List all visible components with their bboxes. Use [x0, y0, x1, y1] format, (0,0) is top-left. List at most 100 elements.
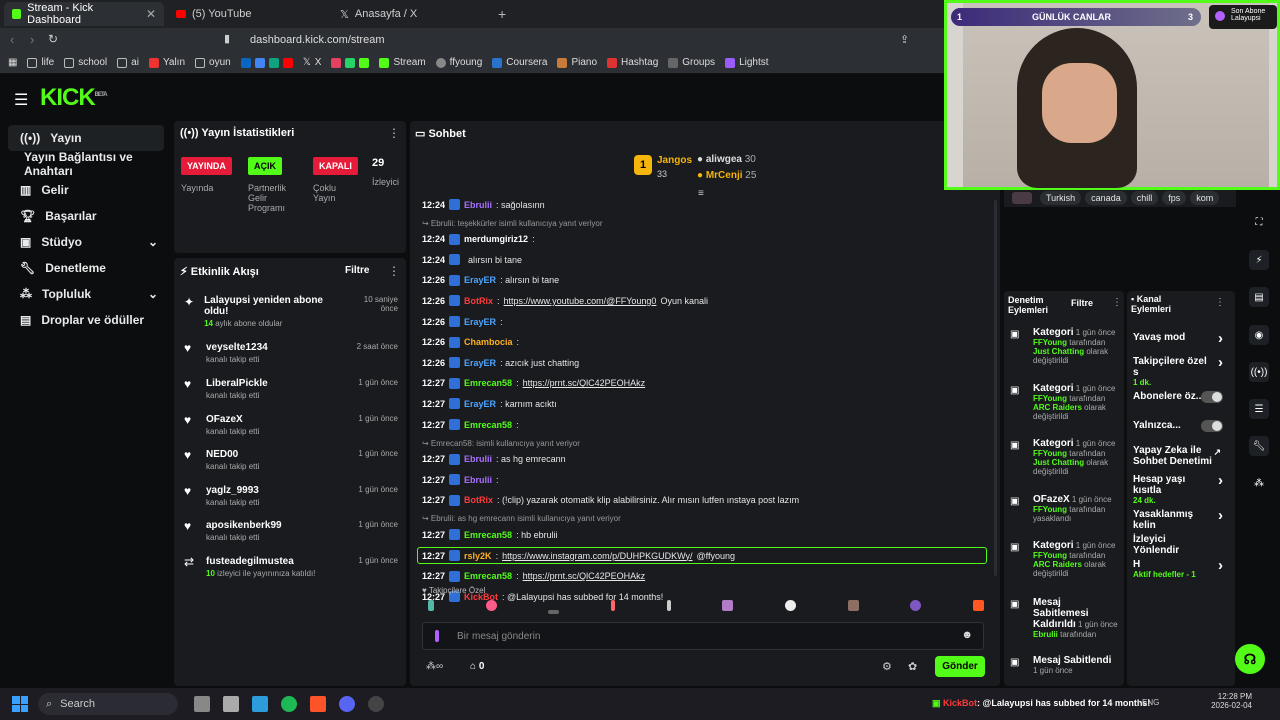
- message-username[interactable]: ErayER: [464, 399, 496, 409]
- chat-message[interactable]: 12:27 Emrecan58: hb ebrulii: [422, 529, 558, 541]
- mod-action-item[interactable]: ▣ Kategori 1 gün önce FFYoung tarafından AR…: [1010, 540, 1118, 578]
- emote-icon[interactable]: [610, 600, 615, 611]
- mod-action-item[interactable]: ▣ Mesaj Sabitlendi 1 gün önce: [1010, 655, 1118, 675]
- sidebar-item-gelir[interactable]: ▥ Gelir: [8, 177, 164, 203]
- sidebar-item-stream-key[interactable]: Yayın Bağlantısı ve Anahtarı: [8, 150, 164, 178]
- message-username[interactable]: Emrecan58: [464, 378, 512, 388]
- more-icon[interactable]: ⋮: [1215, 297, 1225, 308]
- share-icon[interactable]: ⇪: [900, 33, 909, 46]
- chat-message[interactable]: 12:27 Emrecan58: https://prnt.sc/QlC42PEO…: [422, 570, 646, 582]
- chat-message[interactable]: 12:26 Chambocia:: [422, 336, 519, 348]
- bookmark-folder[interactable]: school: [64, 57, 107, 68]
- channel-action-item[interactable]: Yavaş mod ›: [1133, 330, 1229, 347]
- sidebar-item-droplar[interactable]: ▤ Droplar ve ödüller: [8, 307, 164, 333]
- filter-button[interactable]: Filtre: [1071, 298, 1093, 308]
- more-icon[interactable]: ⋮: [388, 264, 400, 278]
- bookmark-link[interactable]: Coursera: [492, 57, 547, 68]
- bookmark-link[interactable]: 𝕏X: [303, 57, 322, 68]
- puzzle-icon[interactable]: ✿: [908, 660, 917, 673]
- channel-action-item[interactable]: Hesap yaşı kısıtla 24 dk. ›: [1133, 472, 1229, 505]
- message-username[interactable]: Emrecan58: [464, 571, 512, 581]
- chat-message[interactable]: 12:27 rsly2K: https://www.instagram.com/p…: [417, 547, 987, 564]
- tag-chip[interactable]: fps: [1162, 191, 1187, 205]
- taskbar-search[interactable]: ⌕ Search: [38, 693, 178, 715]
- tab-x[interactable]: 𝕏 Anasayfa / X: [332, 2, 492, 26]
- bookmark-folder[interactable]: ai: [117, 57, 139, 68]
- sidebar-item-studyo[interactable]: ▣ Stüdyo ⌄: [8, 229, 164, 255]
- windows-start-icon[interactable]: [12, 696, 28, 712]
- emote-icon[interactable]: [428, 600, 434, 611]
- bookmark-link[interactable]: Hashtag: [607, 57, 658, 68]
- list-icon[interactable]: ☰: [1249, 399, 1269, 419]
- mod-action-item[interactable]: ▣ Kategori 1 gün önce FFYoung tarafından Ju…: [1010, 327, 1118, 365]
- chat-message[interactable]: 12:27 Ebrulii: as hg emrecann: [422, 453, 566, 465]
- broadcast-icon[interactable]: ((•)): [1249, 362, 1269, 382]
- chat-bubble-icon[interactable]: ◉: [1249, 325, 1269, 345]
- message-username[interactable]: Emrecan58: [464, 530, 512, 540]
- bookmark-link[interactable]: Yalın: [148, 57, 185, 68]
- menu-icon[interactable]: ☰: [14, 90, 28, 110]
- mic-icon[interactable]: [435, 630, 439, 642]
- bookmark-link[interactable]: ffyoung: [435, 57, 482, 68]
- emote-icon[interactable]: [485, 600, 497, 611]
- message-username[interactable]: BotRix: [464, 495, 493, 505]
- message-username[interactable]: Ebrulii: [464, 454, 492, 464]
- message-username[interactable]: Ebrulii: [464, 200, 492, 210]
- chat-message[interactable]: 12:27 ErayER: karnım acıktı: [422, 398, 557, 410]
- sidebar-item-yayin[interactable]: ((•)) Yayın: [8, 125, 164, 151]
- message-link[interactable]: https://prnt.sc/QlC42PEOHAkz: [523, 571, 646, 581]
- emote-icon[interactable]: [847, 600, 859, 611]
- new-tab-icon[interactable]: +: [498, 6, 506, 22]
- community-icon[interactable]: ⁂: [1249, 473, 1269, 493]
- message-link[interactable]: https://www.instagram.com/p/DUHPKGUDKWy/: [502, 551, 692, 561]
- tab-youtube[interactable]: (5) YouTube: [168, 2, 328, 26]
- bookmark-link[interactable]: Groups: [668, 57, 715, 68]
- emote-icon[interactable]: [910, 600, 922, 611]
- chat-message[interactable]: 12:27 Emrecan58: https://prnt.sc/QlC42PEO…: [422, 377, 646, 389]
- emoji-icon[interactable]: ☻: [961, 629, 973, 641]
- message-username[interactable]: ErayER: [464, 317, 496, 327]
- bookmark-folder[interactable]: oyun: [195, 57, 231, 68]
- message-username[interactable]: Chambocia: [464, 337, 513, 347]
- chat-message[interactable]: 12:27 Emrecan58:: [422, 419, 519, 430]
- tag-chip[interactable]: chill: [1130, 191, 1159, 205]
- chat-message[interactable]: 12:27 BotRix: (!clip) yazarak otomatik kl…: [422, 494, 799, 506]
- mod-action-item[interactable]: ▣ Mesaj Sabitlemesi Kaldırıldı 1 gün önce…: [1010, 597, 1118, 639]
- reload-icon[interactable]: ↻: [48, 32, 58, 46]
- channel-action-item[interactable]: Abonelere öz...: [1133, 391, 1229, 403]
- chat-scrollbar[interactable]: [994, 200, 997, 576]
- emote-icon[interactable]: [722, 600, 734, 611]
- chat-message[interactable]: 12:26 ErayER: alırsın bi tane: [422, 274, 559, 286]
- app-icon[interactable]: [223, 696, 239, 712]
- tag-chip[interactable]: kom: [1190, 191, 1220, 205]
- photos-icon[interactable]: [252, 696, 268, 712]
- support-button[interactable]: ☊: [1235, 644, 1265, 674]
- emote-icon[interactable]: [666, 600, 671, 611]
- emote-icon[interactable]: [548, 610, 560, 614]
- tab-kick-dashboard[interactable]: Stream - Kick Dashboard ✕: [4, 2, 164, 26]
- chat-message[interactable]: 12:26 BotRix: https://www.youtube.com/@FF…: [422, 295, 708, 307]
- channel-action-item[interactable]: Yasaklanmış kelin ›: [1133, 507, 1229, 531]
- emote-icon[interactable]: [784, 600, 796, 611]
- message-username[interactable]: Ebrulii: [464, 475, 492, 485]
- message-username[interactable]: ErayER: [464, 275, 496, 285]
- tag-chip[interactable]: canada: [1085, 191, 1127, 205]
- emote-icon[interactable]: [972, 600, 984, 611]
- discord-icon[interactable]: [339, 696, 355, 712]
- fullscreen-icon[interactable]: ⛶: [1249, 212, 1269, 232]
- url-field[interactable]: dashboard.kick.com/stream: [250, 32, 940, 48]
- message-link[interactable]: https://www.youtube.com/@FFYoung0: [504, 296, 657, 306]
- channel-action-item[interactable]: İzleyici Yönlendir: [1133, 534, 1229, 556]
- mod-action-item[interactable]: ▣ OFazeX 1 gün önce FFYoung tarafından yas…: [1010, 494, 1118, 523]
- bookmark-link[interactable]: Piano: [557, 57, 597, 68]
- bookmark-icons[interactable]: [240, 57, 293, 68]
- chat-message[interactable]: 12:24 Ebrulii: sağolasınn: [422, 199, 545, 210]
- chat-message[interactable]: 12:26 ErayER: azıcık just chatting: [422, 357, 579, 369]
- bookmark-link[interactable]: Stream: [379, 57, 426, 68]
- expand-leaderboard-icon[interactable]: ≡: [698, 188, 704, 199]
- message-username[interactable]: BotRix: [464, 296, 493, 306]
- spotify-icon[interactable]: [281, 696, 297, 712]
- message-username[interactable]: merdumgiriz12: [464, 234, 528, 244]
- message-link[interactable]: https://prnt.sc/QlC42PEOHAkz: [523, 378, 646, 388]
- message-username[interactable]: ErayER: [464, 358, 496, 368]
